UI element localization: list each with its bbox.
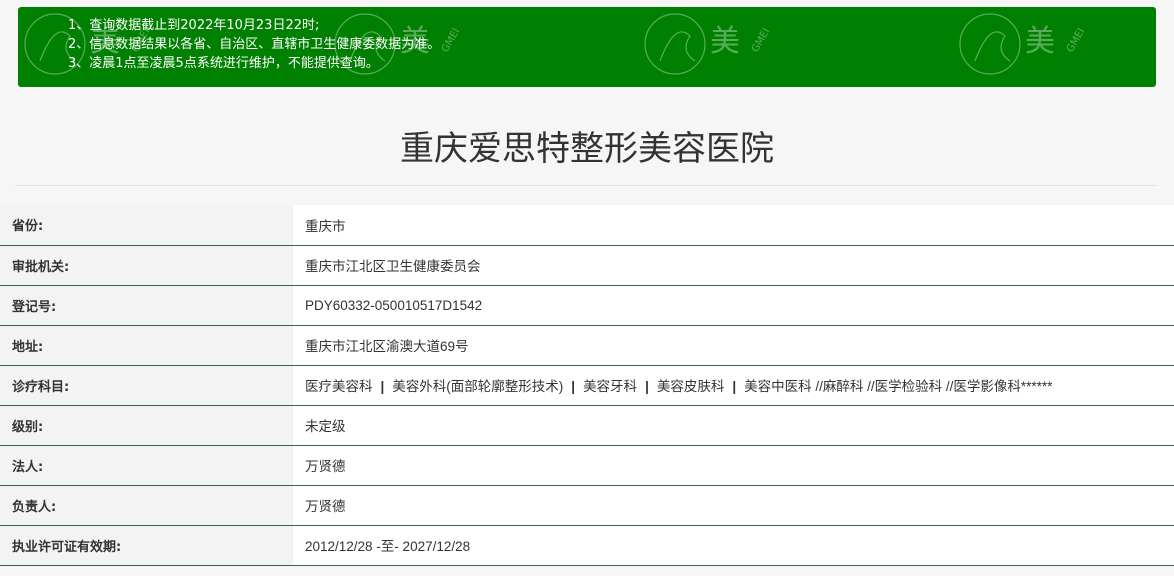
- notice-line-3: 3、凌晨1点至凌晨5点系统进行维护，不能提供查询。: [68, 56, 379, 71]
- department-item: 美容牙科: [583, 379, 638, 394]
- title-divider: [15, 185, 1157, 186]
- table-row: 诊疗科目: 医疗美容科 | 美容外科(面部轮廓整形技术) | 美容牙科 | 美容皮肤科 | 美容…: [0, 365, 1174, 406]
- row-label-approval-authority: 审批机关:: [0, 245, 293, 286]
- row-value-departments: 医疗美容科 | 美容外科(面部轮廓整形技术) | 美容牙科 | 美容皮肤科 | 美容中医科 //…: [293, 365, 1174, 406]
- row-label-person-in-charge: 负责人:: [0, 485, 293, 526]
- table-row: 级别: 未定级: [0, 405, 1174, 446]
- separator: |: [380, 379, 385, 394]
- row-label-license-validity: 执业许可证有效期:: [0, 525, 293, 566]
- row-value-registration-number: PDY60332-050010517D1542: [293, 285, 1174, 326]
- separator: |: [571, 379, 576, 394]
- row-value-approval-authority: 重庆市江北区卫生健康委员会: [293, 245, 1174, 286]
- notice-line-1: 1、查询数据截止到2022年10月23日22时;: [68, 18, 320, 33]
- hospital-info-table: 省份: 重庆市 审批机关: 重庆市江北区卫生健康委员会 登记号: PDY6033…: [0, 205, 1174, 566]
- row-value-license-validity: 2012/12/28 -至- 2027/12/28: [293, 525, 1174, 566]
- separator: |: [645, 379, 649, 394]
- notice-banner: 1、查询数据截止到2022年10月23日22时; 2、信息数据结果以各省、自治区…: [18, 7, 1156, 87]
- table-row: 登记号: PDY60332-050010517D1542: [0, 285, 1174, 326]
- separator: |: [732, 379, 737, 394]
- department-item: 美容皮肤科: [656, 379, 725, 394]
- row-label-legal-person: 法人:: [0, 445, 293, 486]
- table-row: 地址: 重庆市江北区渝澳大道69号: [0, 325, 1174, 366]
- page-title: 重庆爱思特整形美容医院: [400, 129, 774, 169]
- row-value-address: 重庆市江北区渝澳大道69号: [293, 325, 1174, 366]
- row-value-person-in-charge: 万贤德: [293, 485, 1174, 526]
- row-label-level: 级别:: [0, 405, 293, 446]
- row-value-legal-person: 万贤德: [293, 445, 1174, 486]
- table-row: 负责人: 万贤德: [0, 485, 1174, 526]
- row-value-level: 未定级: [293, 405, 1174, 446]
- department-item: 医疗美容科: [305, 379, 373, 394]
- department-item: 美容外科(面部轮廓整形技术): [392, 379, 564, 394]
- row-label-registration-number: 登记号:: [0, 285, 293, 326]
- table-row: 执业许可证有效期: 2012/12/28 -至- 2027/12/28: [0, 525, 1174, 566]
- department-item: 美容中医科 //麻醉科 //医学检验科 //医学影像科******: [744, 379, 1053, 394]
- row-label-departments: 诊疗科目:: [0, 365, 293, 406]
- row-label-address: 地址:: [0, 325, 293, 366]
- table-row: 法人: 万贤德: [0, 445, 1174, 486]
- row-label-province: 省份:: [0, 205, 293, 246]
- table-row: 省份: 重庆市: [0, 205, 1174, 246]
- notice-line-2: 2、信息数据结果以各省、自治区、直辖市卫生健康委数据为准。: [68, 37, 441, 52]
- table-row: 审批机关: 重庆市江北区卫生健康委员会: [0, 245, 1174, 286]
- row-value-province: 重庆市: [293, 205, 1174, 246]
